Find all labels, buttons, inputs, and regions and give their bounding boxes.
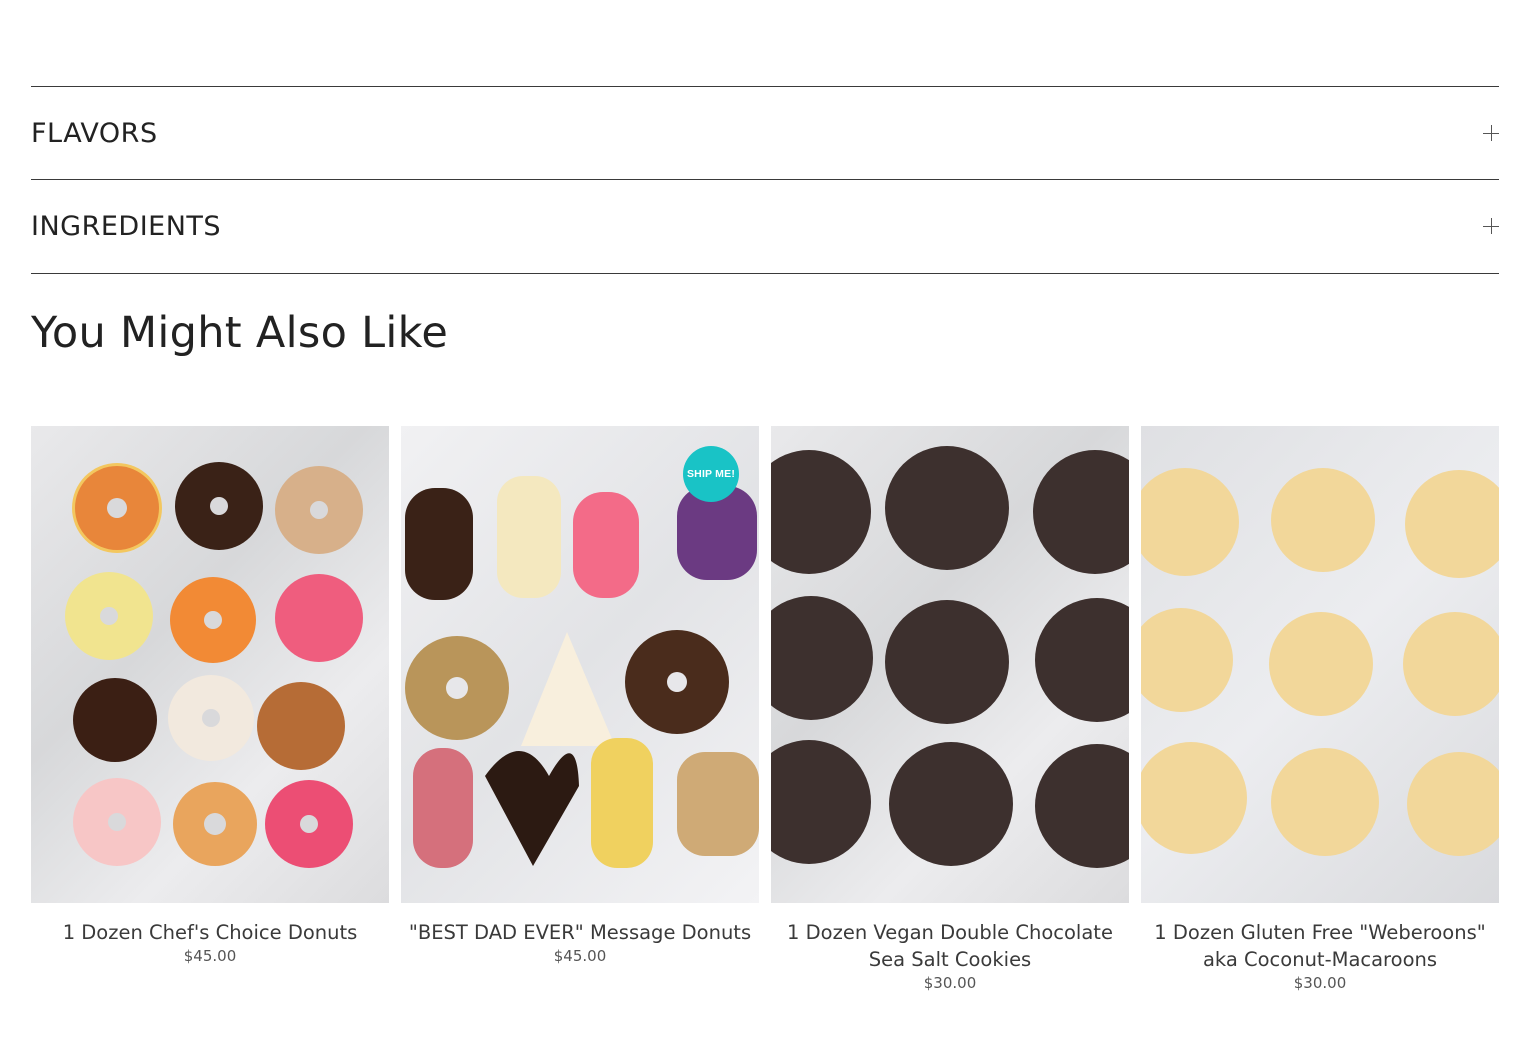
product-title[interactable]: 1 Dozen Gluten Free "Weberoons" aka Coco… <box>1141 919 1499 973</box>
related-products-title: You Might Also Like <box>31 308 449 358</box>
expand-plus-icon[interactable] <box>1483 125 1499 141</box>
accordion-ingredients-label: INGREDIENTS <box>31 211 222 242</box>
chocolate-cookies-graphic <box>771 446 1129 868</box>
product-title[interactable]: 1 Dozen Vegan Double Chocolate Sea Salt … <box>771 919 1129 973</box>
product-price: $45.00 <box>183 947 237 965</box>
product-image[interactable]: SHIP ME! <box>401 426 759 903</box>
related-products-grid: 1 Dozen Chef's Choice Donuts $45.00 SHIP… <box>31 426 1499 1026</box>
product-image[interactable] <box>31 426 389 903</box>
product-price: $30.00 <box>923 974 977 992</box>
accordion-ingredients[interactable]: INGREDIENTS <box>31 179 1499 274</box>
product-price: $45.00 <box>553 947 607 965</box>
product-price: $30.00 <box>1293 974 1347 992</box>
accordion-flavors[interactable]: FLAVORS <box>31 86 1499 180</box>
product-card[interactable]: SHIP ME! "BEST DAD EVER" Message Donuts … <box>401 426 759 965</box>
product-card[interactable]: 1 Dozen Gluten Free "Weberoons" aka Coco… <box>1141 426 1499 992</box>
accordion-flavors-label: FLAVORS <box>31 118 158 149</box>
coconut-macaroons-graphic <box>1141 468 1499 856</box>
letter-donuts-graphic <box>405 476 759 868</box>
product-card[interactable]: 1 Dozen Chef's Choice Donuts $45.00 <box>31 426 389 965</box>
product-title[interactable]: "BEST DAD EVER" Message Donuts <box>401 919 759 946</box>
product-image[interactable] <box>1141 426 1499 903</box>
product-image[interactable] <box>771 426 1129 903</box>
expand-plus-icon[interactable] <box>1483 218 1499 234</box>
ship-me-badge: SHIP ME! <box>683 446 739 502</box>
product-title[interactable]: 1 Dozen Chef's Choice Donuts <box>31 919 389 946</box>
donut-assortment-graphic <box>65 462 363 868</box>
product-card[interactable]: 1 Dozen Vegan Double Chocolate Sea Salt … <box>771 426 1129 992</box>
